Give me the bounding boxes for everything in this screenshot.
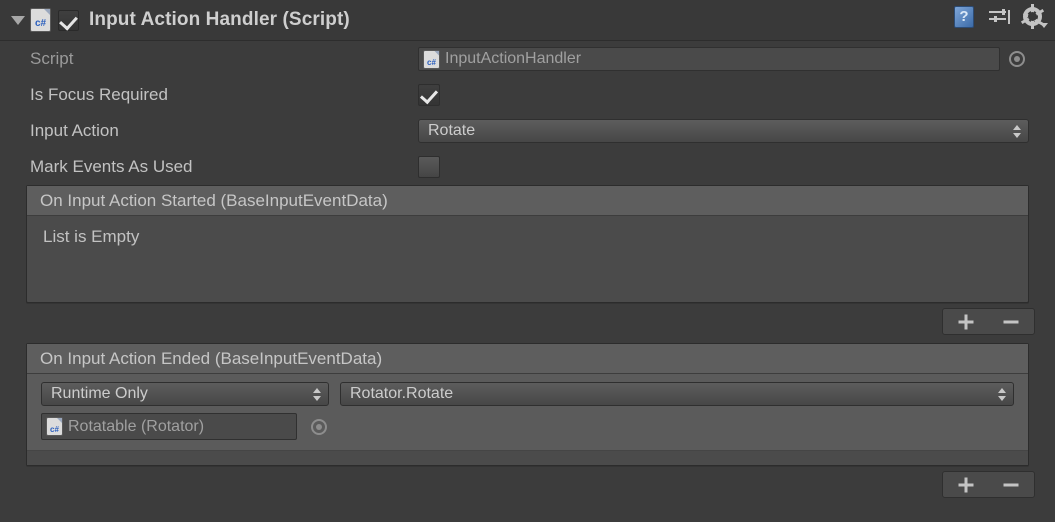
event-listener-line-top: Runtime Only Rotator.Rotate	[41, 382, 1014, 406]
is-focus-required-checkbox[interactable]	[418, 84, 440, 106]
script-label: Script	[30, 49, 74, 68]
check-mark-icon	[59, 10, 78, 31]
component-enabled-checkbox[interactable]	[58, 9, 79, 31]
input-action-dropdown[interactable]: Rotate	[418, 119, 1029, 143]
remove-listener-button[interactable]	[989, 472, 1035, 497]
updown-arrows-icon	[1013, 124, 1022, 139]
script-field[interactable]: InputActionHandler	[418, 47, 1000, 71]
object-picker-icon[interactable]	[1009, 51, 1025, 67]
add-listener-button[interactable]	[943, 309, 989, 334]
event-list-toolbar-ended	[0, 466, 1055, 506]
script-field-value: InputActionHandler	[445, 50, 582, 67]
event-panel-header[interactable]: On Input Action Ended (BaseInputEventDat…	[27, 344, 1028, 374]
event-panel-on-input-action-ended: On Input Action Ended (BaseInputEventDat…	[26, 343, 1029, 466]
event-list-body: List is Empty	[27, 216, 1028, 302]
event-listener-line-bottom: Rotatable (Rotator)	[41, 413, 1014, 440]
remove-listener-button[interactable]	[989, 309, 1035, 334]
property-row-script: Script InputActionHandler	[0, 41, 1055, 77]
call-state-value: Runtime Only	[51, 385, 148, 402]
property-row-is-focus-required: Is Focus Required	[0, 77, 1055, 113]
event-panel-on-input-action-started: On Input Action Started (BaseInputEventD…	[26, 185, 1029, 303]
component-header[interactable]: Input Action Handler (Script)	[0, 0, 1055, 41]
csharp-script-icon	[31, 9, 50, 31]
input-action-value: Rotate	[428, 122, 476, 139]
method-value: Rotator.Rotate	[350, 385, 454, 402]
property-row-mark-events-as-used: Mark Events As Used	[0, 149, 1055, 185]
target-object-value: Rotatable (Rotator)	[68, 417, 205, 435]
csharp-script-icon	[47, 418, 62, 435]
call-state-dropdown[interactable]: Runtime Only	[41, 382, 329, 406]
preset-icon[interactable]	[986, 4, 1012, 30]
input-action-label: Input Action	[30, 121, 119, 140]
event-list-footer-spacer	[27, 451, 1028, 465]
mark-events-as-used-label: Mark Events As Used	[30, 157, 193, 176]
add-remove-button-group	[942, 308, 1035, 335]
event-list-toolbar-started	[0, 303, 1055, 343]
is-focus-required-label: Is Focus Required	[30, 85, 168, 104]
add-remove-button-group	[942, 471, 1035, 498]
component-title: Input Action Handler (Script)	[89, 9, 350, 30]
csharp-script-icon	[424, 50, 439, 68]
event-panel-header[interactable]: On Input Action Started (BaseInputEventD…	[27, 186, 1028, 216]
settings-gear-icon[interactable]	[1021, 4, 1048, 30]
inspector-panel: Input Action Handler (Script) Script	[0, 0, 1055, 522]
help-icon[interactable]	[951, 4, 977, 30]
header-icon-group	[951, 4, 1048, 30]
event-list-empty-text: List is Empty	[43, 227, 140, 246]
mark-events-as-used-checkbox[interactable]	[418, 156, 440, 178]
add-listener-button[interactable]	[943, 472, 989, 497]
updown-arrows-icon	[998, 387, 1007, 402]
method-dropdown[interactable]: Rotator.Rotate	[340, 382, 1014, 406]
updown-arrows-icon	[313, 387, 322, 402]
property-row-input-action: Input Action Rotate	[0, 113, 1055, 149]
target-object-field[interactable]: Rotatable (Rotator)	[41, 413, 297, 440]
event-listener-row: Runtime Only Rotator.Rotate Rotatable (R…	[27, 374, 1028, 451]
check-mark-icon	[419, 85, 439, 105]
object-picker-icon[interactable]	[311, 418, 327, 435]
triangle-down-icon[interactable]	[8, 10, 28, 30]
